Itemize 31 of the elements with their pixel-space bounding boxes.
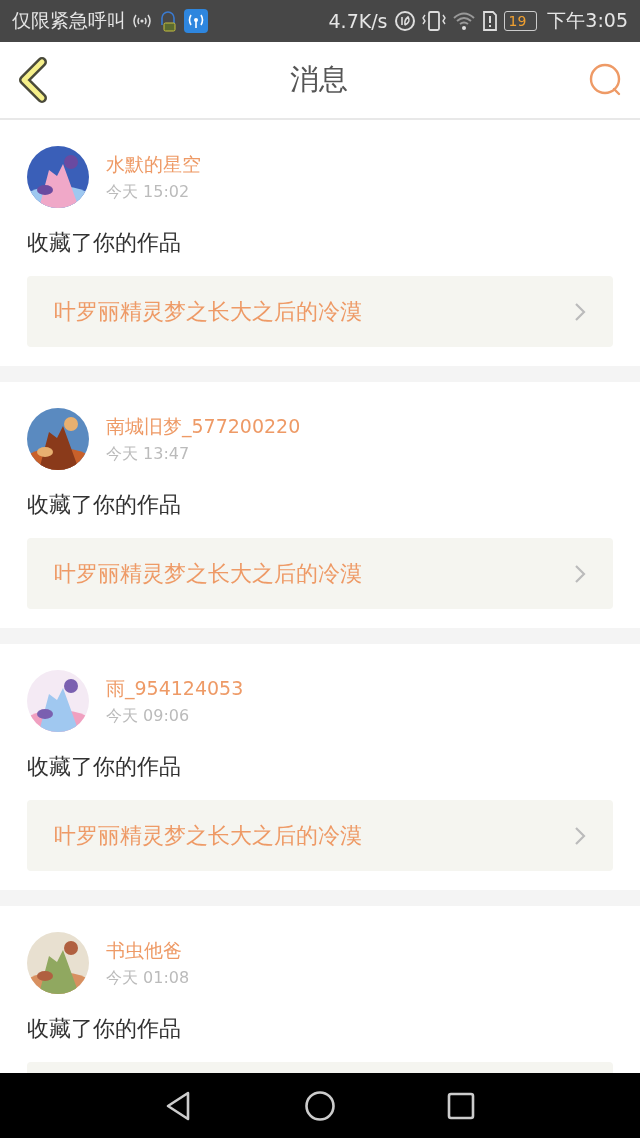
back-icon[interactable] [16,57,50,103]
action-text: 收藏了你的作品 [27,491,182,519]
message-time: 今天 01:08 [106,967,190,989]
chevron-icon [573,562,587,585]
user-name[interactable]: 南城旧梦_577200220 [106,413,301,440]
work-link[interactable]: 叶罗丽精灵梦之长大之后的冷漠 [27,800,613,871]
user-name[interactable]: 水默的星空 [106,151,201,178]
carrier-text: 仅限紧急呼叫 [12,8,126,33]
home-nav-icon[interactable] [304,1089,336,1122]
user-name[interactable]: 雨_954124053 [106,675,244,702]
message-time: 今天 13:47 [106,443,191,465]
hotspot-icon [184,9,208,33]
action-text: 收藏了你的作品 [27,1015,182,1043]
vibrate-icon [421,10,446,32]
signal-icon [132,12,152,30]
action-text: 收藏了你的作品 [27,753,182,781]
battery-level: 19 [503,11,538,31]
wifi-icon [451,11,476,31]
recents-nav-icon[interactable] [446,1090,476,1121]
page-title: 消息 [290,61,348,98]
clock-time: 下午3:05 [547,8,628,33]
work-link[interactable]: 叶罗丽精灵梦之长大之后的冷漠 [27,276,613,347]
action-text: 收藏了你的作品 [27,229,182,257]
message-time: 今天 15:02 [106,181,191,203]
message-time: 今天 09:06 [106,705,191,727]
work-link[interactable]: 叶罗丽精灵梦之长大之后的冷漠 [27,538,613,609]
chevron-icon [573,824,587,847]
chevron-icon [573,300,587,323]
user-name[interactable]: 书虫他爸 [106,937,190,964]
network-speed: 4.7K/s [328,10,388,32]
sim-alert-icon [481,10,498,32]
